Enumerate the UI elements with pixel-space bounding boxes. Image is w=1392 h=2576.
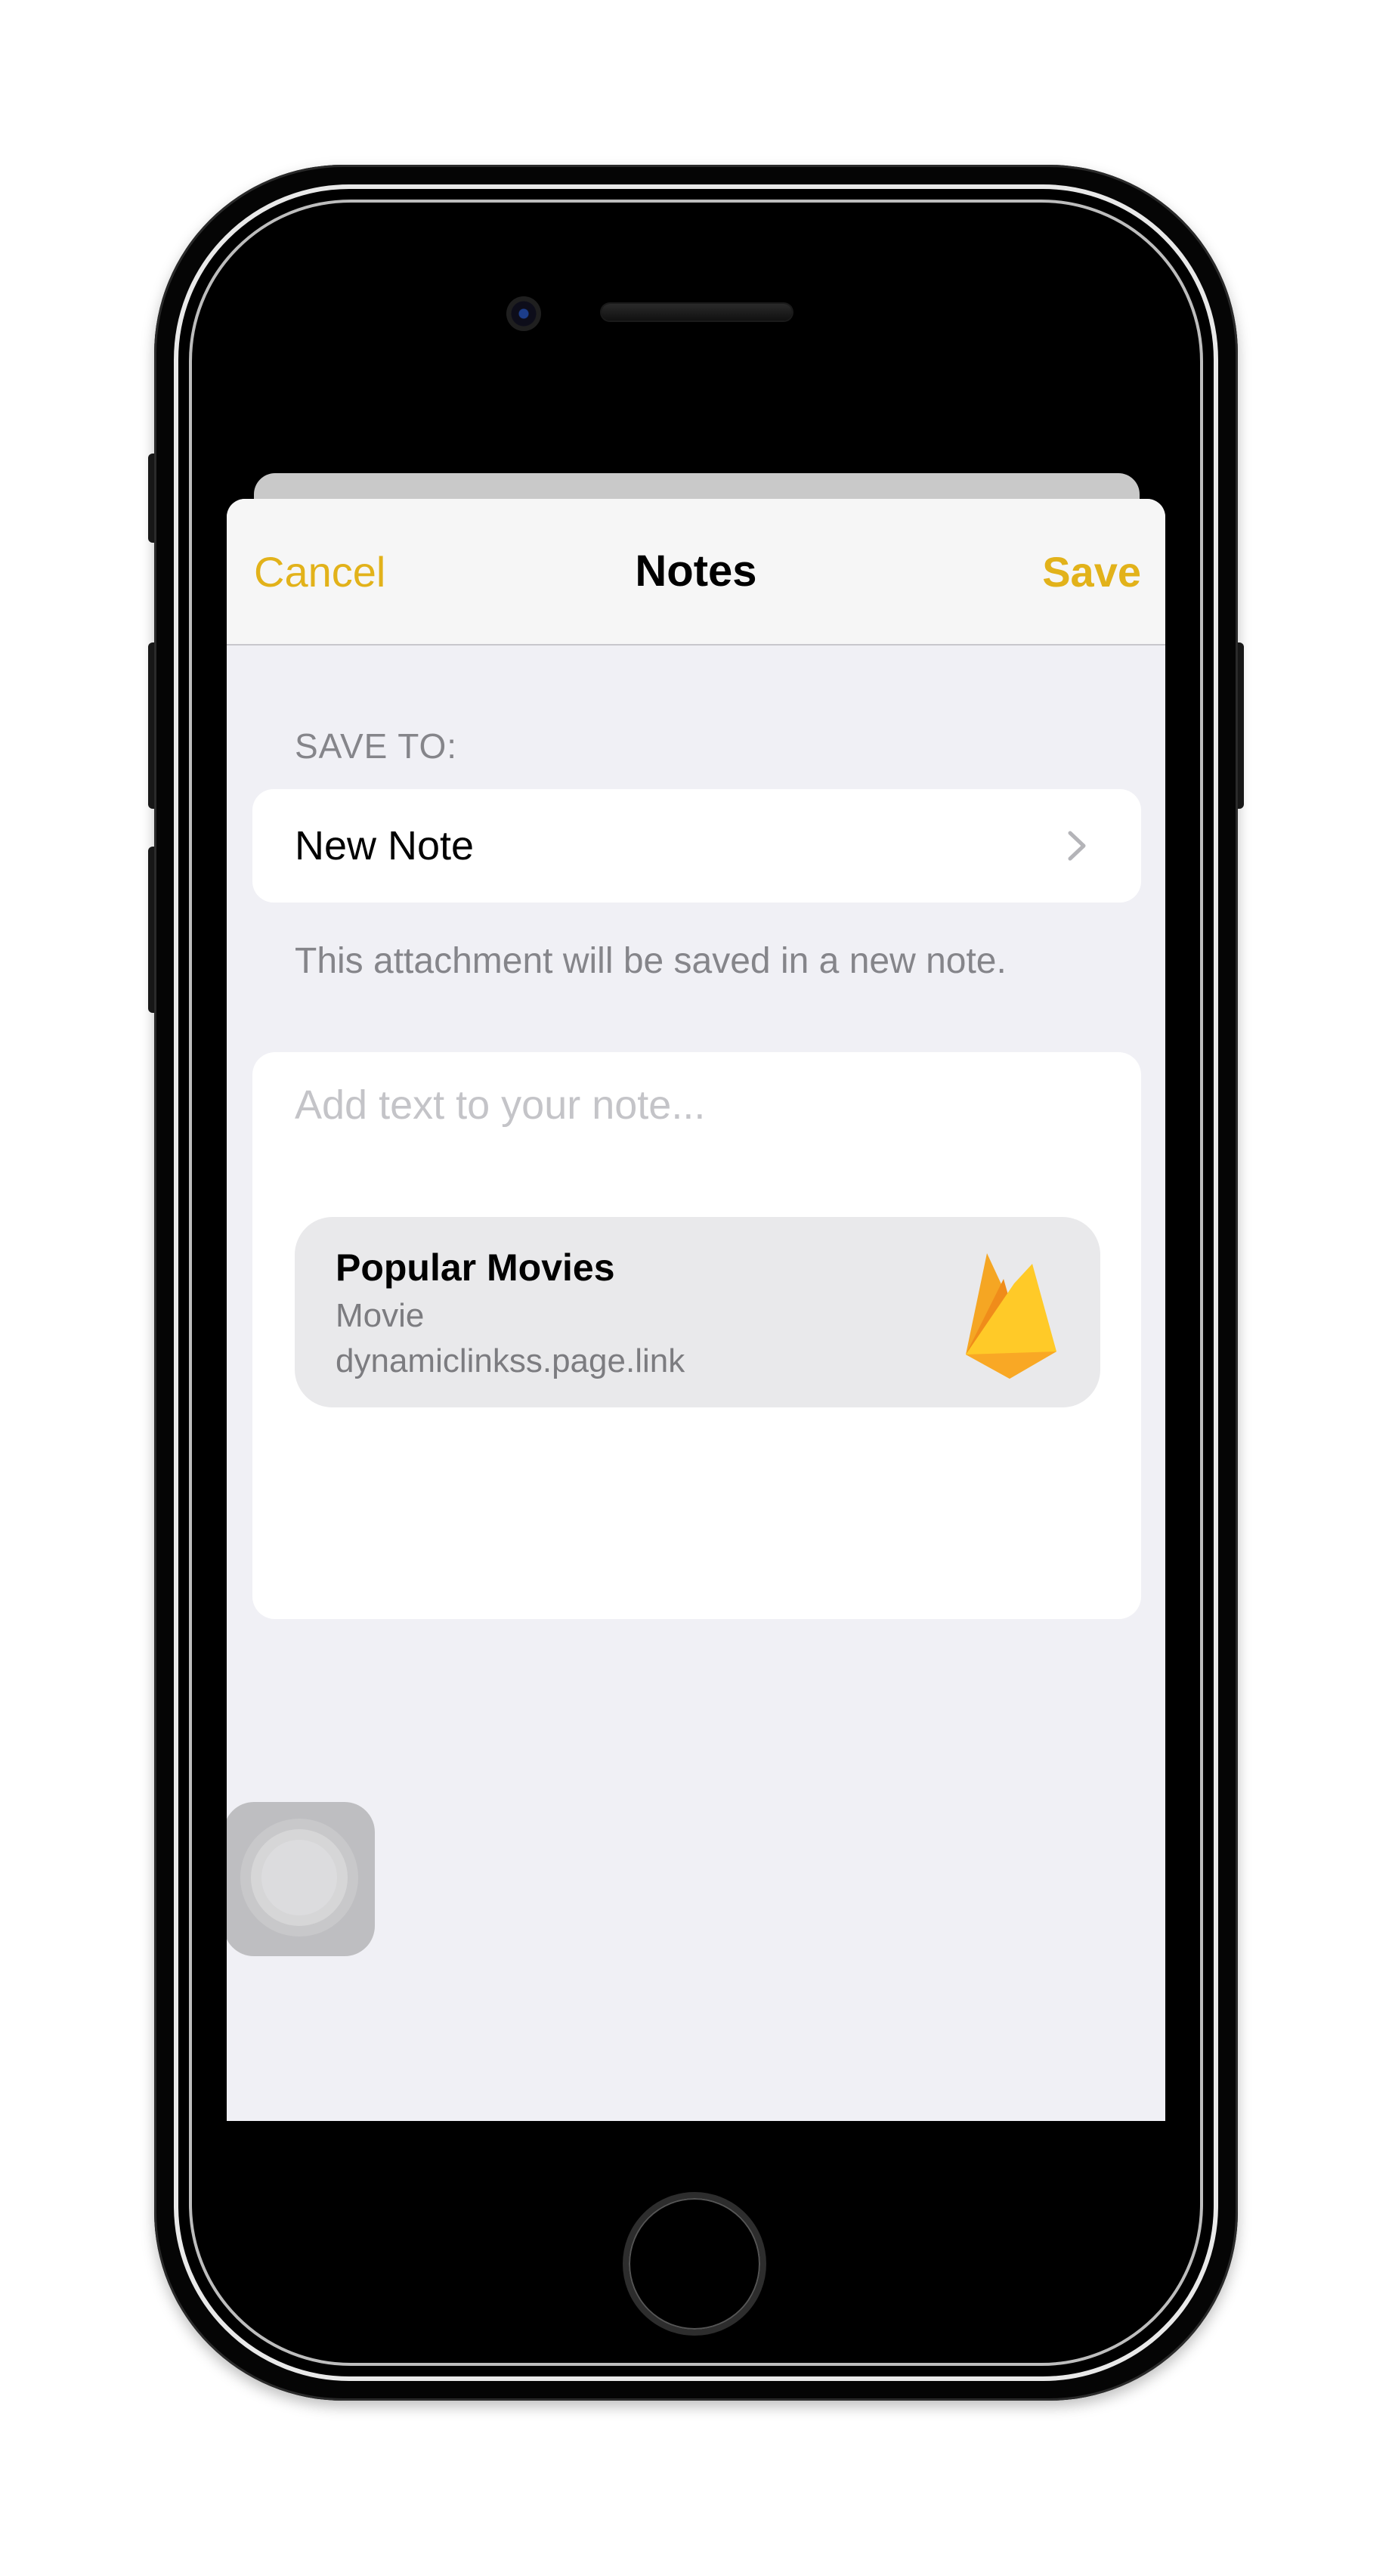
destination-row-new-note[interactable]: New Note — [252, 789, 1141, 903]
front-camera — [506, 296, 541, 331]
attachment-url: dynamiclinkss.page.link — [336, 1342, 685, 1379]
note-card: Popular Movies Movie dynamiclinkss.page.… — [252, 1052, 1141, 1619]
note-text-input[interactable] — [295, 1075, 1096, 1135]
link-preview-attachment[interactable]: Popular Movies Movie dynamiclinkss.page.… — [295, 1217, 1100, 1407]
destination-label: New Note — [295, 823, 475, 868]
attachment-subtitle: Movie — [336, 1297, 425, 1334]
home-button[interactable] — [623, 2192, 766, 2336]
screen: Cancel Notes Save SAVE TO: New Note This… — [227, 466, 1165, 2121]
save-to-header: SAVE TO: — [295, 726, 458, 766]
earpiece-speaker — [602, 304, 792, 320]
page-title: Notes — [635, 546, 757, 596]
save-to-footer-text: This attachment will be saved in a new n… — [295, 941, 1007, 981]
assistive-touch-button[interactable] — [227, 1802, 375, 1956]
device-frame-stage: Cancel Notes Save SAVE TO: New Note This… — [0, 0, 1392, 2576]
firebase-icon — [966, 1253, 1056, 1379]
chevron-right-icon — [1068, 831, 1086, 861]
navigation-bar: Cancel Notes Save — [227, 499, 1165, 646]
save-button[interactable]: Save — [1042, 547, 1141, 596]
share-sheet-notes: Cancel Notes Save SAVE TO: New Note This… — [227, 499, 1165, 2121]
attachment-title: Popular Movies — [336, 1246, 615, 1289]
assistive-touch-icon — [261, 1840, 337, 1915]
